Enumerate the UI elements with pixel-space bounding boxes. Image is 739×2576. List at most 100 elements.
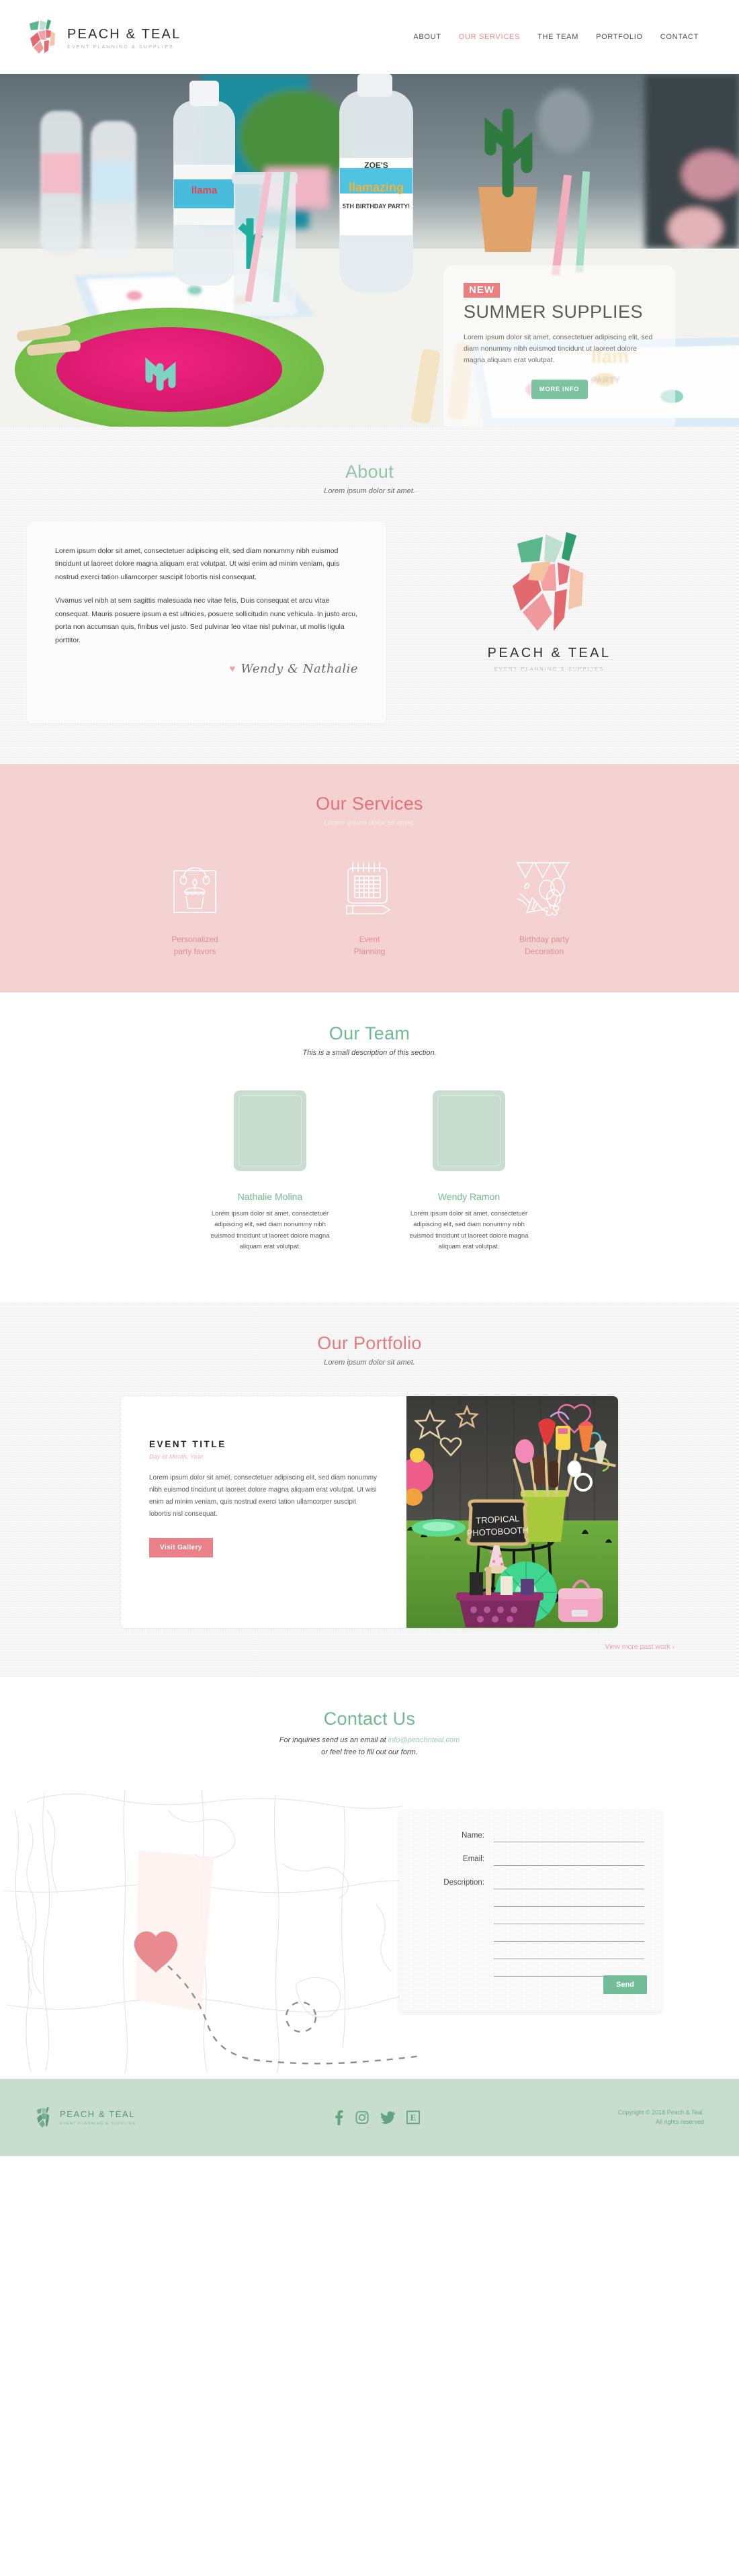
service-item-event-planning[interactable]: Event Planning [309,857,430,957]
description-input-line-2[interactable] [494,1893,644,1907]
apple-logo-icon-large [512,532,583,631]
footer-brand-text: PEACH & TEAL EVENT PLANNING & SUPPLIES [60,2109,136,2126]
view-more-past-work-link[interactable]: View more past work › [0,1628,739,1651]
navbar: PEACH & TEAL EVENT PLANNING & SUPPLIES A… [0,0,739,74]
name-input[interactable] [494,1828,644,1842]
avatar [234,1090,306,1171]
brand-name: PEACH & TEAL [67,26,181,42]
nav-item-contact[interactable]: CONTACT [660,33,699,41]
services-title: Our Services [316,793,423,814]
contact-intro-prefix: For inquiries send us an email at [279,1736,388,1745]
team-subtitle: This is a small description of this sect… [302,1049,437,1057]
team-list: Nathalie Molina Lorem ipsum dolor sit am… [0,1090,739,1252]
member-bio: Lorem ipsum dolor sit amet, consectetuer… [210,1210,330,1250]
member-name: Wendy Ramon [437,1191,501,1202]
nav-item-about[interactable]: ABOUT [413,33,441,41]
portfolio-card-text: EVENT TITLE Day of Month, Year Lorem ips… [121,1396,406,1628]
send-button[interactable]: Send [603,1975,647,1994]
service-item-party-favors[interactable]: Personalized party favors [134,857,255,957]
copyright-line-1: Copyright © 2018 Peach & Teal. [617,2108,704,2116]
contact-title: Contact Us [323,1709,416,1729]
event-date: Day of Month, Year [149,1453,204,1461]
description-input-line-3[interactable] [494,1910,644,1924]
copyright-line-2: All rights reserved [655,2118,704,2126]
svg-text:llama: llama [191,185,218,196]
service-item-birthday-decoration[interactable]: Birthday party Decoration [484,857,605,957]
description-lines [494,1875,644,1981]
contact-intro-suffix: or feel free to fill out our form. [321,1748,418,1757]
signature-name: Wendy & Nathalie [241,661,358,676]
description-label: Description: [443,1878,484,1887]
services-section: Our Services Lorem ipsum dolor sit amet. [0,764,739,992]
services-header: Our Services Lorem ipsum dolor sit amet. [0,793,739,827]
about-paragraph-2: Vivamus vel nibh at sem sagittis malesua… [55,597,357,644]
team-section: Our Team This is a small description of … [0,992,739,1303]
balloons-bunting-icon [484,857,605,918]
footer-brand[interactable]: PEACH & TEAL EVENT PLANNING & SUPPLIES [35,2106,136,2129]
nav-item-portfolio[interactable]: PORTFOLIO [596,33,643,41]
about-section: About Lorem ipsum dolor sit amet. Lorem … [0,427,739,764]
calendar-pencil-icon [309,857,430,918]
footer-social-links: E [334,2110,420,2125]
brand-logo[interactable]: PEACH & TEAL EVENT PLANNING & SUPPLIES [27,18,181,56]
about-header: About Lorem ipsum dolor sit amet. [0,462,739,495]
team-member-wendy: Wendy Ramon Lorem ipsum dolor sit amet, … [404,1090,533,1252]
visit-gallery-button[interactable]: Visit Gallery [149,1538,213,1558]
about-title: About [345,462,394,482]
footer-brand-name: PEACH & TEAL [60,2108,136,2119]
service-label: Birthday party Decoration [519,935,570,956]
location-map [0,1783,430,2079]
hero-promo-card: NEW SUMMER SUPPLIES Lorem ipsum dolor si… [443,265,675,427]
portfolio-section: Our Portfolio Lorem ipsum dolor sit amet… [0,1302,739,1678]
portfolio-card: EVENT TITLE Day of Month, Year Lorem ips… [121,1396,618,1629]
nav-item-our-services[interactable]: OUR SERVICES [459,33,520,41]
event-title: EVENT TITLE [149,1439,226,1450]
description-input-line-5[interactable] [494,1945,644,1959]
footer-brand-tagline: EVENT PLANNING & SUPPLIES [60,2121,136,2126]
contact-email-link[interactable]: info@peachnteal.com [388,1736,460,1744]
nav-item-the-team[interactable]: THE TEAM [537,33,578,41]
team-header: Our Team This is a small description of … [0,1023,739,1057]
description-input-line-4[interactable] [494,1928,644,1942]
gift-bag-cupcake-icon [134,857,255,918]
facebook-icon[interactable] [334,2110,344,2125]
svg-text:5TH BIRTHDAY PARTY!: 5TH BIRTHDAY PARTY! [343,203,410,210]
nav-links: ABOUT OUR SERVICES THE TEAM PORTFOLIO CO… [413,33,699,41]
svg-text:llamazing: llamazing [349,181,404,194]
service-label: Personalized party favors [171,935,218,956]
description-input-line-6[interactable] [494,1963,644,1977]
about-logo-name: PEACH & TEAL [487,646,611,660]
portfolio-header: Our Portfolio Lorem ipsum dolor sit amet… [0,1333,739,1367]
heart-icon: ♥ [229,662,236,675]
about-subtitle: Lorem ipsum dolor sit amet. [324,487,415,495]
description-input[interactable] [494,1875,644,1889]
email-input[interactable] [494,1852,644,1866]
twitter-icon[interactable] [380,2110,395,2124]
portfolio-title: Our Portfolio [317,1333,422,1354]
member-name: Nathalie Molina [237,1191,303,1202]
north-america-map [3,1789,428,2073]
more-info-button[interactable]: MORE INFO [531,380,588,399]
contact-form: Name: Email: Description: Send [400,1810,662,2012]
email-label: Email: [463,1854,484,1863]
photobooth-props-photo: TROPICAL PHOTOBOOTH [406,1396,618,1629]
contact-header: Contact Us For inquiries send us an emai… [0,1709,739,1758]
services-subtitle: Lorem ipsum dolor sit amet. [324,819,415,827]
about-logo-block: PEACH & TEAL EVENT PLANNING & SUPPLIES [386,522,712,672]
portfolio-photo[interactable]: TROPICAL PHOTOBOOTH [406,1396,618,1629]
form-row-name: Name: [412,1828,644,1842]
instagram-icon[interactable] [355,2110,369,2124]
contact-subtitle: For inquiries send us an email at info@p… [0,1734,739,1758]
hero-section: llama ZOE'S llamazing 5TH BIRTHDAY PARTY… [0,74,739,427]
etsy-icon[interactable]: E [406,2110,420,2124]
apple-logo-icon-footer [37,2106,49,2128]
avatar [433,1090,505,1171]
team-member-nathalie: Nathalie Molina Lorem ipsum dolor sit am… [206,1090,335,1252]
brand-tagline: EVENT PLANNING & SUPPLIES [67,43,174,50]
member-bio: Lorem ipsum dolor sit amet, consectetuer… [409,1210,529,1250]
hero-description: Lorem ipsum dolor sit amet, consectetuer… [464,333,653,364]
about-paragraph-1: Lorem ipsum dolor sit amet, consectetuer… [55,547,340,581]
team-title: Our Team [329,1023,410,1043]
contact-body: Name: Email: Description: Send [0,1783,739,2079]
form-row-email: Email: [412,1852,644,1866]
